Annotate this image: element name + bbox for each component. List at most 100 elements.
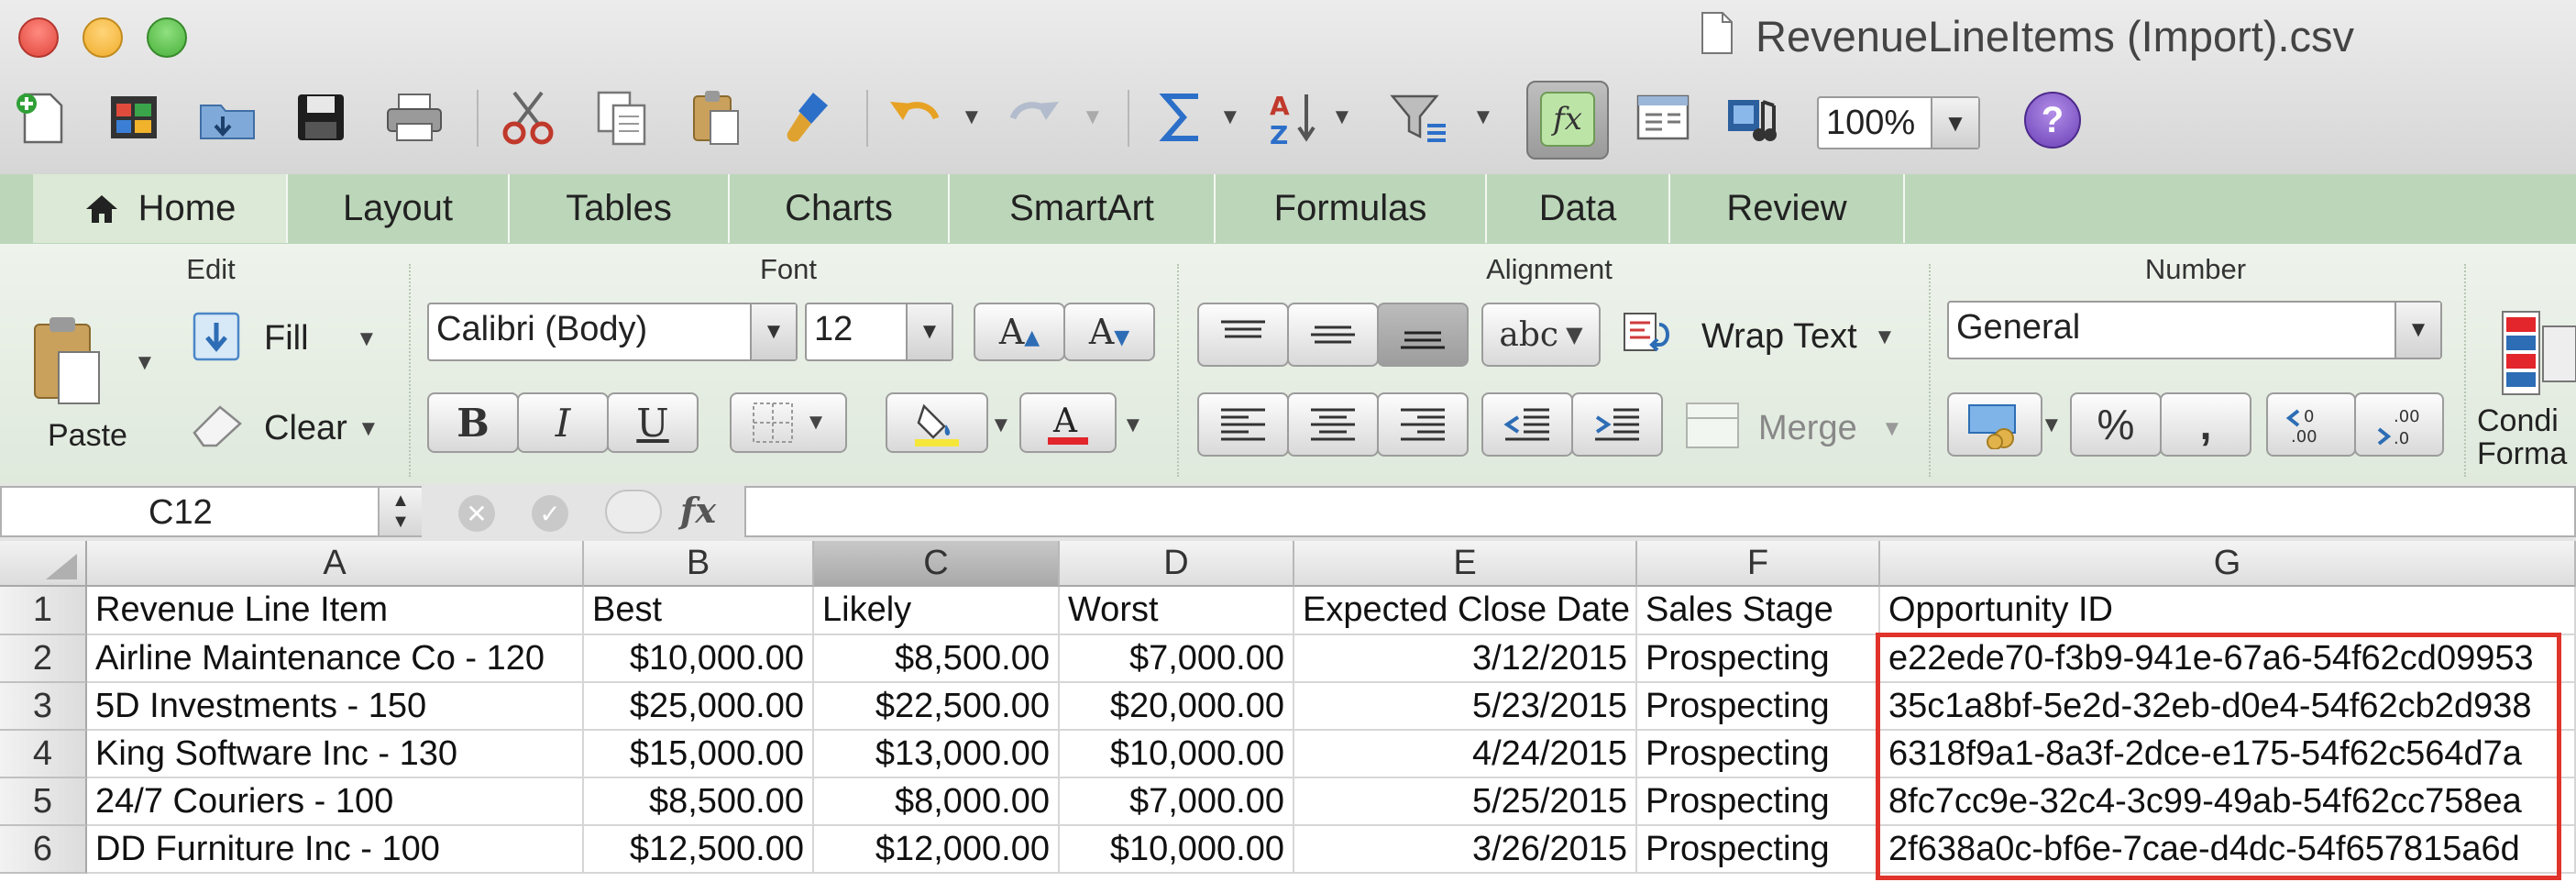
- cell-a6[interactable]: DD Furniture Inc - 100: [87, 826, 584, 874]
- decrease-indent-button[interactable]: [1481, 392, 1573, 457]
- align-center-button[interactable]: [1287, 392, 1379, 457]
- clear-menu-arrow[interactable]: ▼: [358, 416, 380, 442]
- save-icon[interactable]: [286, 83, 356, 152]
- cell-g4[interactable]: 6318f9a1-8a3f-2dce-e175-54f62c564d7a: [1880, 731, 2576, 778]
- cell-b3[interactable]: $25,000.00: [584, 683, 814, 731]
- filter-menu-arrow[interactable]: ▼: [1472, 105, 1494, 130]
- open-icon[interactable]: [193, 83, 262, 152]
- cell-e3[interactable]: 5/23/2015: [1294, 683, 1637, 731]
- merge-icon[interactable]: [1683, 398, 1742, 453]
- fill-button[interactable]: Fill: [264, 319, 309, 358]
- cell-c3[interactable]: $22,500.00: [814, 683, 1060, 731]
- format-painter-icon[interactable]: [774, 83, 843, 152]
- align-top-button[interactable]: [1197, 303, 1289, 367]
- cell-b6[interactable]: $12,500.00: [584, 826, 814, 874]
- copy-icon[interactable]: [587, 83, 656, 152]
- wrap-text-menu-arrow[interactable]: ▼: [1874, 325, 1896, 350]
- cell-c4[interactable]: $13,000.00: [814, 731, 1060, 778]
- undo-icon[interactable]: [880, 83, 950, 152]
- cell-c6[interactable]: $12,000.00: [814, 826, 1060, 874]
- cell-c1[interactable]: Likely: [814, 587, 1060, 635]
- row-header-1[interactable]: 1: [0, 587, 87, 635]
- name-box-stepper[interactable]: ▲ ▼: [378, 488, 422, 535]
- undo-menu-arrow[interactable]: ▼: [961, 105, 983, 130]
- fill-color-button[interactable]: [886, 392, 988, 453]
- merge-button[interactable]: Merge: [1758, 409, 1857, 448]
- autosum-menu-arrow[interactable]: ▼: [1219, 105, 1241, 130]
- fill-color-menu-arrow[interactable]: ▼: [990, 413, 1012, 438]
- font-name-combobox[interactable]: Calibri (Body) ▼: [427, 303, 798, 361]
- accounting-menu-arrow[interactable]: ▼: [2041, 413, 2063, 438]
- paste-icon[interactable]: [680, 83, 750, 152]
- tab-charts[interactable]: Charts: [730, 174, 950, 243]
- cell-d5[interactable]: $7,000.00: [1060, 778, 1294, 826]
- increase-font-size-button[interactable]: A▲: [974, 303, 1065, 361]
- filter-icon[interactable]: [1384, 83, 1454, 152]
- number-format-combobox[interactable]: General ▼: [1947, 301, 2442, 359]
- column-header-d[interactable]: D: [1060, 541, 1294, 587]
- formula-input[interactable]: [744, 486, 2576, 537]
- zoom-dropdown-arrow[interactable]: ▼: [1931, 98, 1978, 148]
- font-name-dropdown-arrow[interactable]: ▼: [750, 304, 796, 359]
- font-size-dropdown-arrow[interactable]: ▼: [906, 304, 952, 359]
- tab-data[interactable]: Data: [1487, 174, 1670, 243]
- eraser-icon[interactable]: [189, 400, 246, 449]
- sort-icon[interactable]: AZ: [1261, 83, 1331, 152]
- insert-function-icon[interactable]: fx: [680, 490, 716, 531]
- cell-b5[interactable]: $8,500.00: [584, 778, 814, 826]
- cell-e1[interactable]: Expected Close Date: [1294, 587, 1637, 635]
- font-size-combobox[interactable]: 12 ▼: [805, 303, 953, 361]
- zoom-window-button[interactable]: [147, 17, 187, 58]
- underline-button[interactable]: U: [607, 392, 699, 453]
- cut-icon[interactable]: [493, 83, 563, 152]
- align-bottom-button[interactable]: [1377, 303, 1469, 367]
- row-header-6[interactable]: 6: [0, 826, 87, 874]
- fill-menu-arrow[interactable]: ▼: [356, 326, 378, 352]
- select-all-button[interactable]: [0, 541, 87, 587]
- cell-d2[interactable]: $7,000.00: [1060, 635, 1294, 683]
- accounting-format-button[interactable]: [1947, 392, 2042, 457]
- row-header-3[interactable]: 3: [0, 683, 87, 731]
- font-color-menu-arrow[interactable]: ▼: [1122, 413, 1144, 438]
- help-icon[interactable]: ?: [2024, 92, 2081, 149]
- bold-button[interactable]: B: [427, 392, 519, 453]
- cell-f3[interactable]: Prospecting: [1637, 683, 1880, 731]
- cell-a4[interactable]: King Software Inc - 130: [87, 731, 584, 778]
- comma-style-button[interactable]: ,: [2160, 392, 2251, 457]
- cell-g5[interactable]: 8fc7cc9e-32c4-3c99-49ab-54f62cc758ea: [1880, 778, 2576, 826]
- align-middle-button[interactable]: [1287, 303, 1379, 367]
- tab-formulas[interactable]: Formulas: [1216, 174, 1487, 243]
- increase-decimal-button[interactable]: 0.00: [2266, 392, 2356, 457]
- decrease-decimal-button[interactable]: .00.0: [2354, 392, 2444, 457]
- tab-smartart[interactable]: SmartArt: [950, 174, 1216, 243]
- redo-icon[interactable]: [999, 83, 1069, 152]
- tab-review[interactable]: Review: [1670, 174, 1905, 243]
- cancel-entry-icon[interactable]: ✕: [458, 495, 495, 532]
- percent-style-button[interactable]: %: [2070, 392, 2162, 457]
- increase-indent-button[interactable]: [1571, 392, 1663, 457]
- align-left-button[interactable]: [1197, 392, 1289, 457]
- cell-d3[interactable]: $20,000.00: [1060, 683, 1294, 731]
- cell-d4[interactable]: $10,000.00: [1060, 731, 1294, 778]
- function-pill-icon[interactable]: [605, 490, 662, 534]
- font-color-button[interactable]: A: [1019, 392, 1117, 453]
- cell-a1[interactable]: Revenue Line Item: [87, 587, 584, 635]
- cell-b2[interactable]: $10,000.00: [584, 635, 814, 683]
- number-format-dropdown-arrow[interactable]: ▼: [2394, 303, 2440, 358]
- borders-button[interactable]: ▼: [730, 392, 847, 453]
- name-box[interactable]: C12: [0, 486, 422, 537]
- redo-menu-arrow[interactable]: ▼: [1082, 105, 1104, 130]
- cell-g2[interactable]: e22ede70-f3b9-941e-67a6-54f62cd09953: [1880, 635, 2576, 683]
- cell-a2[interactable]: Airline Maintenance Co - 120: [87, 635, 584, 683]
- orientation-button[interactable]: abc ▼: [1481, 303, 1601, 367]
- row-header-2[interactable]: 2: [0, 635, 87, 683]
- cell-f5[interactable]: Prospecting: [1637, 778, 1880, 826]
- column-header-c[interactable]: C: [814, 541, 1060, 587]
- paste-menu-arrow[interactable]: ▼: [134, 350, 156, 376]
- cell-a3[interactable]: 5D Investments - 150: [87, 683, 584, 731]
- print-icon[interactable]: [380, 83, 449, 152]
- cell-e5[interactable]: 5/25/2015: [1294, 778, 1637, 826]
- cell-c2[interactable]: $8,500.00: [814, 635, 1060, 683]
- cell-b1[interactable]: Best: [584, 587, 814, 635]
- cell-g6[interactable]: 2f638a0c-bf6e-7cae-d4dc-54f657815a6d: [1880, 826, 2576, 874]
